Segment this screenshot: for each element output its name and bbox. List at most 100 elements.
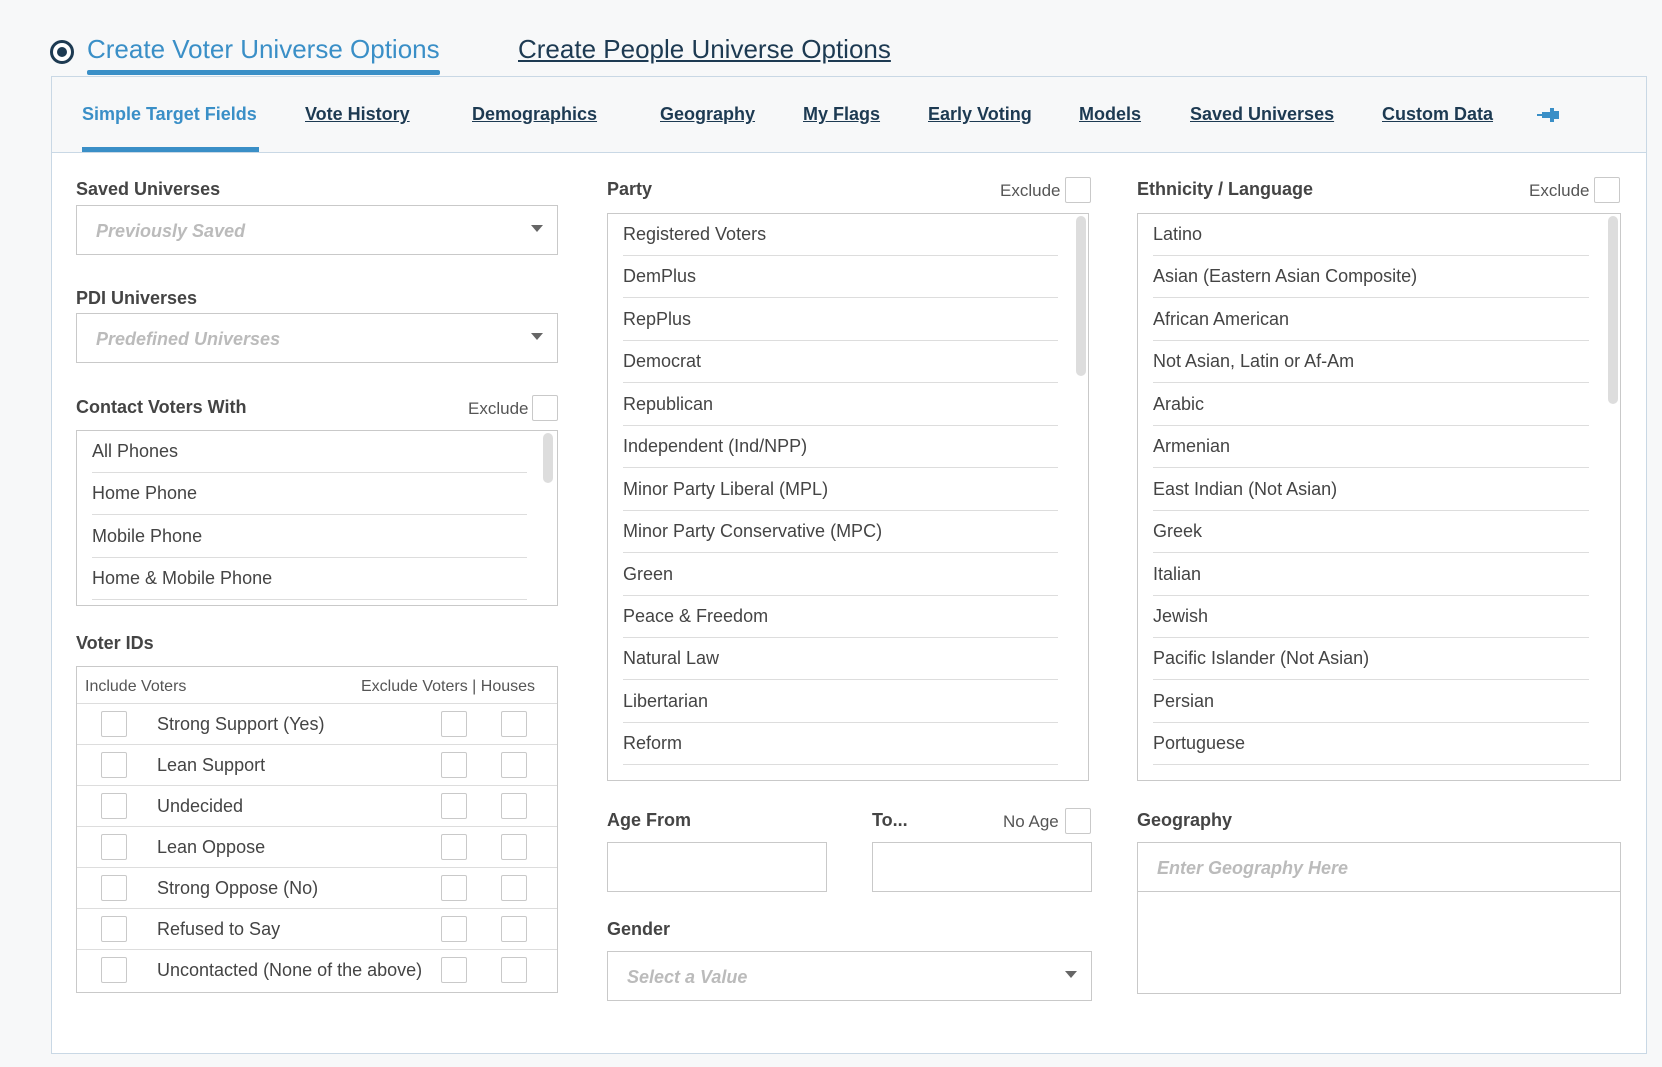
include-checkbox[interactable] — [101, 916, 127, 942]
list-item[interactable]: DemPlus — [623, 256, 1058, 298]
voter-ids-label: Voter IDs — [76, 633, 154, 653]
exclude-houses-checkbox[interactable] — [501, 957, 527, 983]
list-item[interactable]: African American — [1153, 299, 1589, 341]
subtab-models[interactable]: Models — [1079, 104, 1141, 125]
list-item[interactable]: Portuguese — [1153, 723, 1589, 765]
exclude-houses-checkbox[interactable] — [501, 752, 527, 778]
list-item[interactable]: Republican — [623, 384, 1058, 426]
subtab-early-voting[interactable]: Early Voting — [928, 104, 1032, 125]
active-tab-indicator — [87, 70, 440, 75]
exclude-voters-checkbox[interactable] — [441, 711, 467, 737]
include-checkbox[interactable] — [101, 834, 127, 860]
list-item[interactable]: Home & Mobile Phone — [92, 558, 527, 600]
ethnicity-exclude-checkbox[interactable] — [1594, 177, 1620, 203]
age-from-label: Age From — [607, 810, 692, 830]
age-from-input[interactable] — [607, 842, 827, 892]
list-item[interactable]: Pacific Islander (Not Asian) — [1153, 638, 1589, 680]
exclude-houses-checkbox[interactable] — [501, 916, 527, 942]
list-item[interactable]: Latino — [1153, 214, 1589, 256]
ethnicity-label: Ethnicity / Language — [1137, 179, 1314, 199]
contact-exclude-label: Exclude — [468, 399, 529, 418]
scrollbar-thumb[interactable] — [1076, 216, 1086, 376]
exclude-voters-checkbox[interactable] — [441, 752, 467, 778]
options-panel: Simple Target Fields Vote History Demogr… — [51, 76, 1647, 1054]
pin-icon[interactable] — [1536, 104, 1562, 126]
exclude-voters-checkbox[interactable] — [441, 957, 467, 983]
gender-select[interactable]: Select a Value — [607, 951, 1092, 1001]
list-item[interactable]: Minor Party Conservative (MPC) — [623, 511, 1058, 553]
geography-label: Geography — [1137, 810, 1233, 830]
exclude-houses-checkbox[interactable] — [501, 875, 527, 901]
subtab-simple-target-fields[interactable]: Simple Target Fields — [82, 104, 259, 152]
exclude-voters-checkbox[interactable] — [441, 916, 467, 942]
chevron-down-icon — [531, 225, 543, 232]
list-item[interactable]: Home Phone — [92, 473, 527, 515]
voter-ids-table: Include Voters Exclude Voters | Houses S… — [76, 666, 558, 993]
list-item[interactable]: Persian — [1153, 681, 1589, 723]
gender-label: Gender — [607, 919, 671, 939]
contact-voters-list: All Phones Home Phone Mobile Phone Home … — [76, 430, 558, 606]
party-exclude-checkbox[interactable] — [1065, 177, 1091, 203]
subtab-saved-universes[interactable]: Saved Universes — [1190, 104, 1334, 125]
subtab-my-flags[interactable]: My Flags — [803, 104, 880, 125]
saved-universes-label: Saved Universes — [76, 179, 221, 199]
contact-exclude-checkbox[interactable] — [532, 395, 558, 421]
exclude-houses-checkbox[interactable] — [501, 711, 527, 737]
list-item[interactable]: Arabic — [1153, 384, 1589, 426]
list-item[interactable]: Natural Law — [623, 638, 1058, 680]
list-item[interactable]: Reform — [623, 723, 1058, 765]
chevron-down-icon — [1065, 971, 1077, 978]
include-checkbox[interactable] — [101, 793, 127, 819]
list-item[interactable]: Asian (Eastern Asian Composite) — [1153, 256, 1589, 298]
radio-selected-icon[interactable] — [50, 40, 74, 64]
ethnicity-list: Latino Asian (Eastern Asian Composite) A… — [1137, 213, 1621, 781]
scrollbar-thumb[interactable] — [543, 433, 553, 483]
list-item[interactable]: Minor Party Liberal (MPL) — [623, 469, 1058, 511]
tab-label: Create Voter Universe Options — [87, 34, 440, 64]
list-item[interactable]: Libertarian — [623, 681, 1058, 723]
subtab-demographics[interactable]: Demographics — [472, 104, 597, 125]
table-row: Strong Oppose (No) — [77, 867, 557, 908]
list-item[interactable]: East Indian (Not Asian) — [1153, 469, 1589, 511]
list-item[interactable]: Greek — [1153, 511, 1589, 553]
include-checkbox[interactable] — [101, 875, 127, 901]
subtab-custom-data[interactable]: Custom Data — [1382, 104, 1493, 125]
list-item[interactable]: Armenian — [1153, 426, 1589, 468]
tab-create-people-universe[interactable]: Create People Universe Options — [518, 34, 891, 65]
geography-input[interactable]: Enter Geography Here — [1137, 842, 1621, 892]
list-item[interactable]: Peace & Freedom — [623, 596, 1058, 638]
include-checkbox[interactable] — [101, 752, 127, 778]
geography-results-area[interactable] — [1137, 891, 1621, 994]
exclude-houses-checkbox[interactable] — [501, 793, 527, 819]
subtab-vote-history[interactable]: Vote History — [305, 104, 410, 125]
exclude-voters-checkbox[interactable] — [441, 834, 467, 860]
include-checkbox[interactable] — [101, 957, 127, 983]
age-to-input[interactable] — [872, 842, 1092, 892]
saved-universes-select[interactable]: Previously Saved — [76, 205, 558, 255]
table-row: Strong Support (Yes) — [77, 703, 557, 744]
list-item[interactable]: Democrat — [623, 341, 1058, 383]
list-item[interactable]: Independent (Ind/NPP) — [623, 426, 1058, 468]
list-item[interactable]: RepPlus — [623, 299, 1058, 341]
row-label: Refused to Say — [157, 919, 281, 939]
exclude-houses-checkbox[interactable] — [501, 834, 527, 860]
list-item[interactable]: Green — [623, 554, 1058, 596]
list-item[interactable]: Not Asian, Latin or Af-Am — [1153, 341, 1589, 383]
subtab-label: Simple Target Fields — [82, 104, 257, 124]
pdi-universes-select[interactable]: Predefined Universes — [76, 313, 558, 363]
list-item[interactable]: Jewish — [1153, 596, 1589, 638]
select-placeholder: Select a Value — [627, 967, 748, 987]
include-checkbox[interactable] — [101, 711, 127, 737]
list-item[interactable]: Registered Voters — [623, 214, 1058, 256]
list-item[interactable]: All Phones — [92, 431, 527, 473]
scrollbar-thumb[interactable] — [1608, 216, 1618, 404]
exclude-voters-checkbox[interactable] — [441, 793, 467, 819]
exclude-voters-checkbox[interactable] — [441, 875, 467, 901]
table-row: Refused to Say — [77, 908, 557, 949]
list-item[interactable]: Italian — [1153, 554, 1589, 596]
no-age-checkbox[interactable] — [1065, 808, 1091, 834]
subtab-geography[interactable]: Geography — [660, 104, 755, 125]
tab-create-voter-universe[interactable]: Create Voter Universe Options — [87, 34, 440, 75]
row-label: Strong Oppose (No) — [157, 878, 319, 898]
list-item[interactable]: Mobile Phone — [92, 516, 527, 558]
